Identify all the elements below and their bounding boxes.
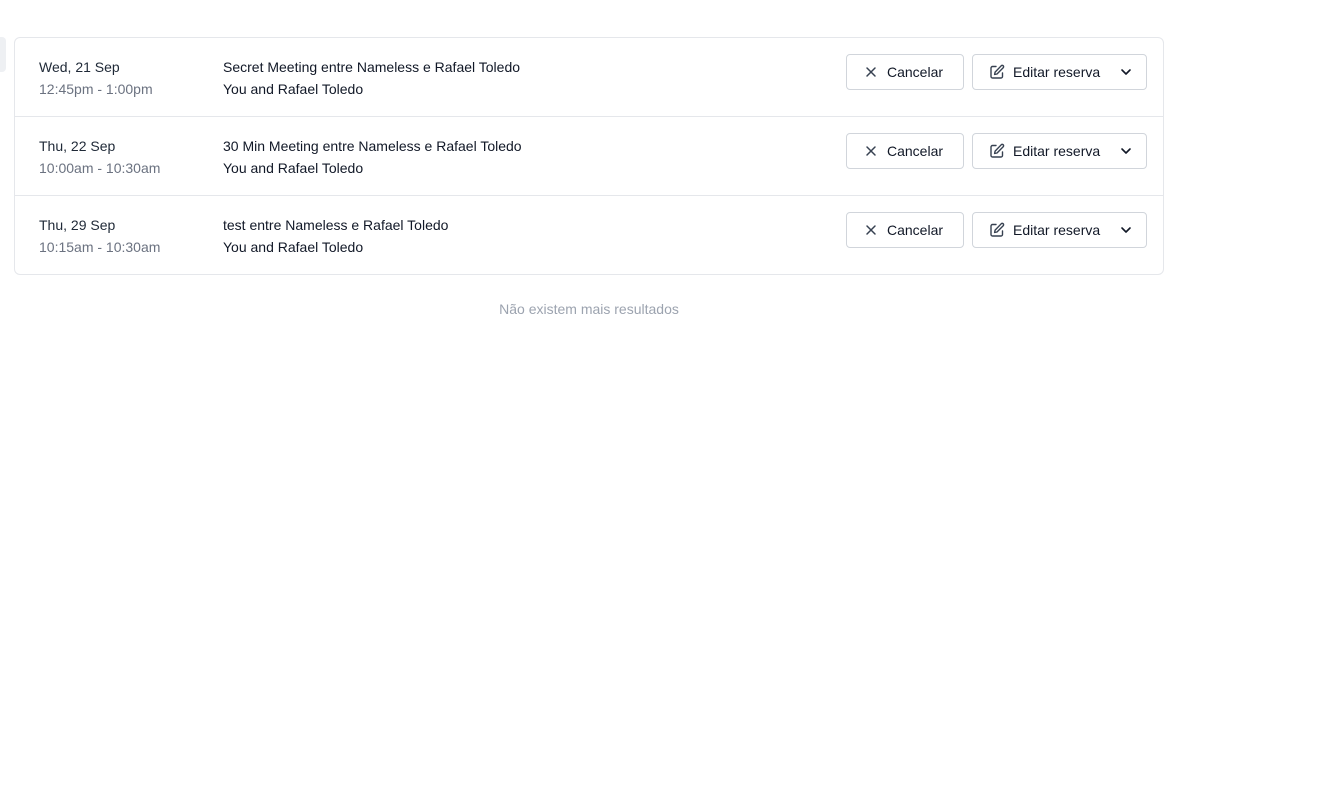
cancel-button-label: Cancelar	[887, 222, 944, 238]
edit-icon	[989, 64, 1005, 80]
booking-time: 12:45pm - 1:00pm	[39, 81, 153, 97]
booking-title: Secret Meeting entre Nameless e Rafael T…	[223, 59, 521, 75]
booking-title: 30 Min Meeting entre Nameless e Rafael T…	[223, 138, 522, 154]
booking-attendees: You and Rafael Toledo	[223, 160, 364, 176]
cancel-button[interactable]: Cancelar	[846, 133, 964, 169]
booking-date: Thu, 22 Sep	[39, 138, 116, 154]
bookings-list: Wed, 21 Sep 12:45pm - 1:00pm Secret Meet…	[14, 37, 1164, 275]
booking-info: test entre Nameless e Rafael Toledo You …	[223, 216, 448, 256]
booking-datetime: Thu, 22 Sep 10:00am - 10:30am	[39, 137, 160, 177]
booking-datetime: Thu, 29 Sep 10:15am - 10:30am	[39, 216, 160, 256]
close-icon	[863, 64, 879, 80]
edit-booking-button[interactable]: Editar reserva	[972, 133, 1147, 169]
edit-icon	[989, 143, 1005, 159]
booking-time: 10:00am - 10:30am	[39, 160, 161, 176]
no-more-results-message: Não existem mais resultados	[499, 301, 679, 317]
edit-booking-label: Editar reserva	[1013, 222, 1101, 238]
chevron-down-icon[interactable]	[1118, 222, 1134, 238]
booking-title: test entre Nameless e Rafael Toledo	[223, 217, 449, 233]
edit-booking-button[interactable]: Editar reserva	[972, 54, 1147, 90]
cancel-button-label: Cancelar	[887, 64, 944, 80]
booking-actions: Cancelar Editar reserva	[846, 54, 1147, 90]
booking-attendees: You and Rafael Toledo	[223, 81, 364, 97]
chevron-down-icon[interactable]	[1118, 64, 1134, 80]
edge-tab	[0, 37, 6, 72]
cancel-button-label: Cancelar	[887, 143, 944, 159]
booking-date: Wed, 21 Sep	[39, 59, 120, 75]
booking-actions: Cancelar Editar reserva	[846, 212, 1147, 248]
close-icon	[863, 143, 879, 159]
cancel-button[interactable]: Cancelar	[846, 212, 964, 248]
booking-attendees: You and Rafael Toledo	[223, 239, 364, 255]
booking-actions: Cancelar Editar reserva	[846, 133, 1147, 169]
chevron-down-icon[interactable]	[1118, 143, 1134, 159]
booking-info: 30 Min Meeting entre Nameless e Rafael T…	[223, 137, 522, 177]
booking-row: Thu, 22 Sep 10:00am - 10:30am 30 Min Mee…	[15, 117, 1163, 196]
booking-datetime: Wed, 21 Sep 12:45pm - 1:00pm	[39, 58, 153, 98]
booking-time: 10:15am - 10:30am	[39, 239, 161, 255]
booking-info: Secret Meeting entre Nameless e Rafael T…	[223, 58, 520, 98]
booking-row: Thu, 29 Sep 10:15am - 10:30am test entre…	[15, 196, 1163, 274]
edit-icon	[989, 222, 1005, 238]
edit-booking-button[interactable]: Editar reserva	[972, 212, 1147, 248]
close-icon	[863, 222, 879, 238]
edit-booking-label: Editar reserva	[1013, 143, 1101, 159]
booking-date: Thu, 29 Sep	[39, 217, 116, 233]
edit-booking-label: Editar reserva	[1013, 64, 1101, 80]
booking-row: Wed, 21 Sep 12:45pm - 1:00pm Secret Meet…	[15, 38, 1163, 117]
cancel-button[interactable]: Cancelar	[846, 54, 964, 90]
